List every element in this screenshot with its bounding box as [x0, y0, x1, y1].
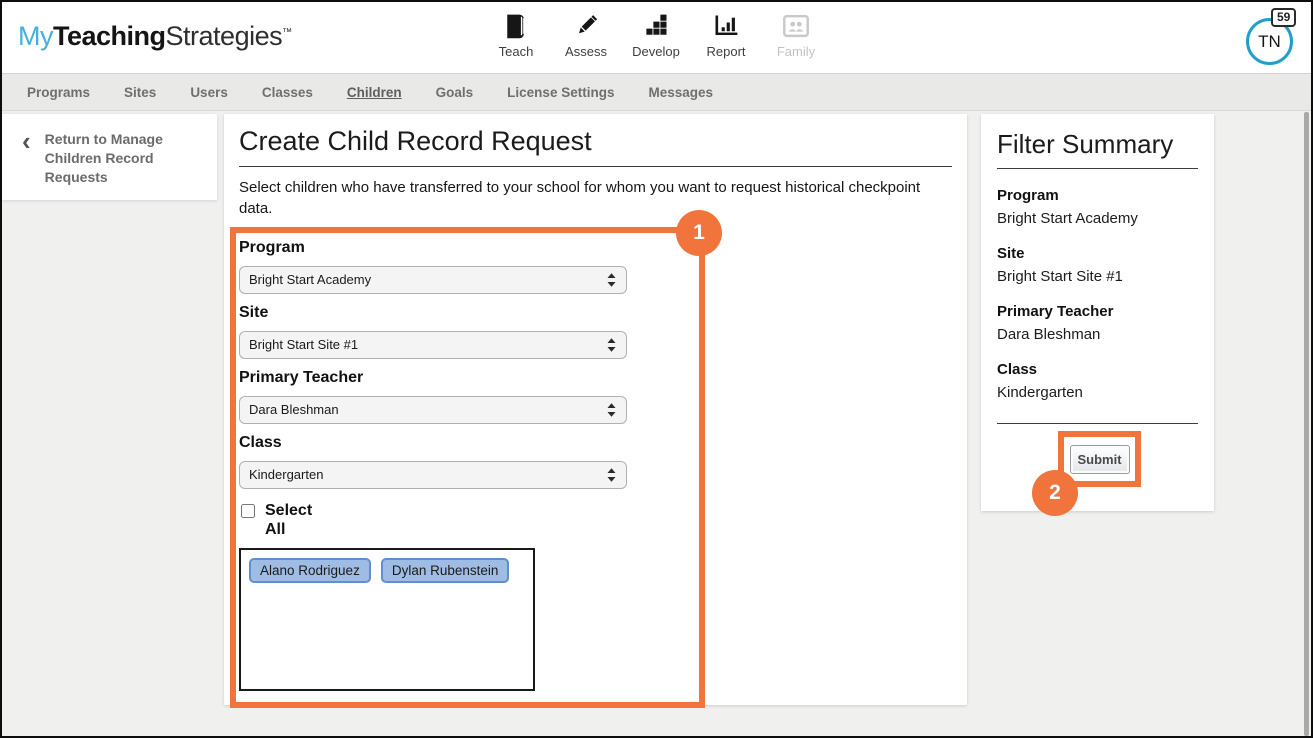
- notification-badge: 59: [1271, 8, 1296, 27]
- subnav-users[interactable]: Users: [190, 85, 228, 100]
- book-icon: [502, 9, 530, 41]
- program-label: Program: [239, 239, 699, 257]
- nav-family[interactable]: Family: [761, 9, 831, 59]
- children-list-box: Alano Rodriguez Dylan Rubenstein: [239, 548, 535, 691]
- submit-divider: [997, 423, 1198, 424]
- page-description: Select children who have transferred to …: [239, 177, 944, 220]
- primary-teacher-select-value: Dara Bleshman: [249, 402, 606, 417]
- page-title: Create Child Record Request: [239, 126, 952, 157]
- select-arrows-icon: [606, 272, 617, 288]
- child-chip[interactable]: Alano Rodriguez: [249, 558, 371, 583]
- submit-highlight-box: Submit 2: [1058, 431, 1141, 487]
- logo-teaching: Teaching: [53, 21, 166, 51]
- nav-assess[interactable]: Assess: [551, 9, 621, 59]
- class-select[interactable]: Kindergarten: [239, 461, 627, 489]
- blocks-icon: [642, 9, 670, 41]
- select-all-label: Select All: [265, 501, 327, 539]
- filter-summary-divider: [997, 168, 1198, 169]
- vertical-scrollbar[interactable]: [1304, 112, 1309, 736]
- logo-my: My: [18, 21, 53, 51]
- app-window: MyTeachingStrategies™ Teach Assess Devel…: [0, 0, 1313, 738]
- subnav-sites[interactable]: Sites: [124, 85, 156, 100]
- select-all-row: Select All: [239, 501, 699, 539]
- child-chip[interactable]: Dylan Rubenstein: [381, 558, 510, 583]
- class-select-value: Kindergarten: [249, 467, 606, 482]
- summary-class-label: Class: [997, 361, 1198, 378]
- admin-subnav: Programs Sites Users Classes Children Go…: [2, 73, 1311, 111]
- logo-trademark: ™: [282, 27, 292, 38]
- select-arrows-icon: [606, 402, 617, 418]
- subnav-classes[interactable]: Classes: [262, 85, 313, 100]
- user-menu[interactable]: TN 59: [1246, 18, 1294, 66]
- subnav-goals[interactable]: Goals: [436, 85, 474, 100]
- subnav-license-settings[interactable]: License Settings: [507, 85, 614, 100]
- site-select-value: Bright Start Site #1: [249, 337, 606, 352]
- chevron-left-icon: ‹: [22, 130, 31, 200]
- summary-primary-teacher-value: Dara Bleshman: [997, 326, 1198, 343]
- summary-site-label: Site: [997, 245, 1198, 262]
- submit-button[interactable]: Submit: [1070, 445, 1130, 474]
- nav-assess-label: Assess: [565, 44, 607, 59]
- family-photo-icon: [781, 9, 811, 41]
- primary-teacher-select[interactable]: Dara Bleshman: [239, 396, 627, 424]
- nav-teach-label: Teach: [499, 44, 534, 59]
- primary-icon-nav: Teach Assess Develop Report: [481, 9, 831, 59]
- logo-strategies: Strategies: [166, 21, 283, 51]
- site-select[interactable]: Bright Start Site #1: [239, 331, 627, 359]
- site-label: Site: [239, 304, 699, 322]
- subnav-programs[interactable]: Programs: [27, 85, 90, 100]
- pencil-icon: [572, 9, 600, 41]
- nav-develop[interactable]: Develop: [621, 9, 691, 59]
- program-select-value: Bright Start Academy: [249, 272, 606, 287]
- summary-class-value: Kindergarten: [997, 384, 1198, 401]
- filter-form-highlight-box: 1 Program Bright Start Academy Site Brig…: [230, 227, 705, 708]
- nav-family-label: Family: [777, 44, 815, 59]
- nav-develop-label: Develop: [632, 44, 680, 59]
- back-link-card[interactable]: ‹ Return to Manage Children Record Reque…: [2, 114, 217, 200]
- annotation-step-2: 2: [1032, 470, 1078, 516]
- title-divider: [239, 166, 952, 167]
- select-arrows-icon: [606, 467, 617, 483]
- nav-teach[interactable]: Teach: [481, 9, 551, 59]
- program-select[interactable]: Bright Start Academy: [239, 266, 627, 294]
- nav-report[interactable]: Report: [691, 9, 761, 59]
- nav-report-label: Report: [706, 44, 745, 59]
- app-header: MyTeachingStrategies™ Teach Assess Devel…: [2, 2, 1311, 73]
- summary-site-value: Bright Start Site #1: [997, 268, 1198, 285]
- filter-summary-panel: Filter Summary Program Bright Start Acad…: [981, 114, 1214, 511]
- subnav-children[interactable]: Children: [347, 85, 402, 100]
- bar-chart-icon: [712, 9, 740, 41]
- summary-primary-teacher-label: Primary Teacher: [997, 303, 1198, 320]
- summary-program-label: Program: [997, 187, 1198, 204]
- class-label: Class: [239, 434, 699, 452]
- filter-summary-title: Filter Summary: [997, 129, 1198, 160]
- annotation-step-1: 1: [676, 210, 722, 256]
- summary-program-value: Bright Start Academy: [997, 210, 1198, 227]
- back-link-label: Return to Manage Children Record Request…: [45, 130, 190, 200]
- select-all-checkbox[interactable]: [241, 504, 255, 518]
- subnav-messages[interactable]: Messages: [648, 85, 713, 100]
- primary-teacher-label: Primary Teacher: [239, 369, 699, 387]
- brand-logo[interactable]: MyTeachingStrategies™: [18, 21, 292, 52]
- select-arrows-icon: [606, 337, 617, 353]
- main-panel: Create Child Record Request Select child…: [224, 114, 967, 705]
